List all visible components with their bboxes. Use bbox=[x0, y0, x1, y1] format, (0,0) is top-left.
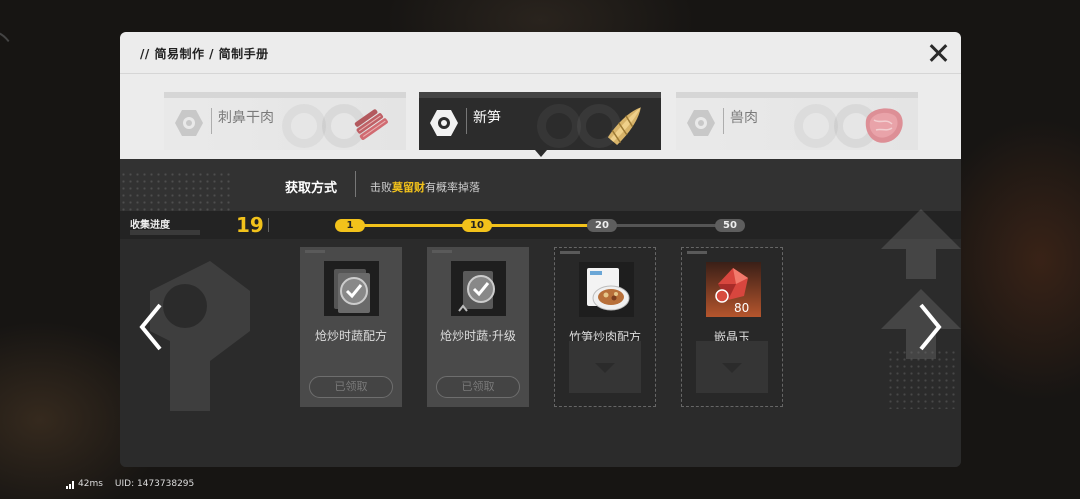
progress-count: 19 bbox=[236, 213, 264, 237]
deco-ring bbox=[537, 104, 581, 148]
reward-placeholder bbox=[569, 341, 641, 393]
item-name: 刺鼻干肉 bbox=[218, 110, 274, 126]
milestone-10: 10 bbox=[462, 219, 492, 232]
progress-sub-bar bbox=[130, 230, 200, 235]
breadcrumb: // 简易制作 / 简制手册 bbox=[140, 47, 269, 61]
claimed-button[interactable]: 已领取 bbox=[436, 376, 520, 398]
card-separator bbox=[466, 108, 467, 134]
handbook-modal: // 简易制作 / 简制手册 刺鼻干肉 新笋 兽肉 获取方式 击败莫留财有概率掉… bbox=[120, 32, 961, 467]
collection-progress: 收集进度 19 1 10 20 50 bbox=[120, 211, 961, 239]
card-separator bbox=[723, 108, 724, 134]
reward-card[interactable]: 竹笋炒肉配方 bbox=[554, 247, 656, 407]
milestone-1: 1 bbox=[335, 219, 365, 232]
reward-tag bbox=[560, 251, 580, 254]
header-divider bbox=[120, 73, 961, 74]
reward-placeholder bbox=[696, 341, 768, 393]
item-name: 新笋 bbox=[473, 110, 501, 126]
reward-label: 炝炒时蔬配方 bbox=[314, 329, 387, 343]
item-tab-dried-meat[interactable]: 刺鼻干肉 bbox=[164, 92, 406, 150]
reward-card[interactable]: 炝炒时蔬配方 已领取 bbox=[300, 247, 402, 407]
acquisition-separator bbox=[355, 171, 356, 197]
acq-prefix: 击败 bbox=[370, 181, 392, 194]
crystal-icon: 80 bbox=[706, 262, 761, 317]
reward-card[interactable]: 80 嵌晶玉 bbox=[681, 247, 783, 407]
progress-label: 收集进度 bbox=[130, 220, 170, 231]
progress-separator bbox=[268, 218, 269, 232]
previous-arrow-button[interactable] bbox=[134, 299, 168, 355]
hex-badge-icon bbox=[174, 108, 204, 138]
card-separator bbox=[211, 108, 212, 134]
reward-tag bbox=[687, 251, 707, 254]
uid-label: UID: 1473738295 bbox=[114, 479, 195, 489]
acquisition-row: 获取方式 击败莫留财有概率掉落 bbox=[120, 159, 961, 215]
modal-header: // 简易制作 / 简制手册 刺鼻干肉 新笋 兽肉 bbox=[120, 32, 961, 159]
dish-recipe-icon bbox=[579, 262, 634, 317]
bamboo-shoot-icon bbox=[601, 100, 651, 150]
active-pointer bbox=[535, 150, 547, 157]
dried-meat-icon bbox=[346, 100, 396, 150]
hex-badge-icon bbox=[686, 108, 716, 138]
status-bar: 42ms UID: 1473738295 bbox=[66, 479, 194, 489]
reward-tag bbox=[305, 250, 325, 253]
milestone-20: 20 bbox=[587, 219, 617, 232]
ping-value: 42ms bbox=[78, 479, 103, 489]
item-name: 兽肉 bbox=[730, 110, 758, 126]
chevron-right-icon bbox=[919, 303, 942, 351]
milestone-50: 50 bbox=[715, 219, 745, 232]
dot-pattern bbox=[887, 349, 957, 409]
acq-enemy-name: 莫留财 bbox=[392, 181, 425, 194]
reward-card[interactable]: 炝炒时蔬·升级 已领取 bbox=[427, 247, 529, 407]
rewards-area: 炝炒时蔬配方 已领取 炝炒时蔬·升级 已领取 竹笋炒肉配方 80 嵌晶玉 bbox=[120, 209, 961, 467]
reward-tag bbox=[432, 250, 452, 253]
deco-ring bbox=[794, 104, 838, 148]
recipe-card-icon bbox=[324, 261, 379, 316]
acquisition-description: 击败莫留财有概率掉落 bbox=[370, 179, 480, 195]
item-tab-beast-meat[interactable]: 兽肉 bbox=[676, 92, 918, 150]
next-arrow-button[interactable] bbox=[913, 299, 947, 355]
signal-icon bbox=[66, 481, 74, 489]
steak-icon bbox=[858, 100, 908, 150]
dot-pattern bbox=[120, 171, 230, 215]
hex-badge-icon bbox=[429, 108, 459, 138]
acquisition-label: 获取方式 bbox=[285, 181, 338, 196]
reward-label: 炝炒时蔬·升级 bbox=[440, 329, 516, 343]
acq-suffix: 有概率掉落 bbox=[425, 181, 480, 194]
ping-indicator: 42ms bbox=[66, 479, 103, 489]
deco-ring bbox=[282, 104, 326, 148]
close-button[interactable] bbox=[925, 40, 951, 66]
recipe-upgrade-icon bbox=[451, 261, 506, 316]
reward-quantity: 80 bbox=[734, 301, 749, 315]
claimed-button[interactable]: 已领取 bbox=[309, 376, 393, 398]
item-tab-bamboo-shoot[interactable]: 新笋 bbox=[419, 92, 661, 150]
chevron-left-icon bbox=[139, 303, 162, 351]
